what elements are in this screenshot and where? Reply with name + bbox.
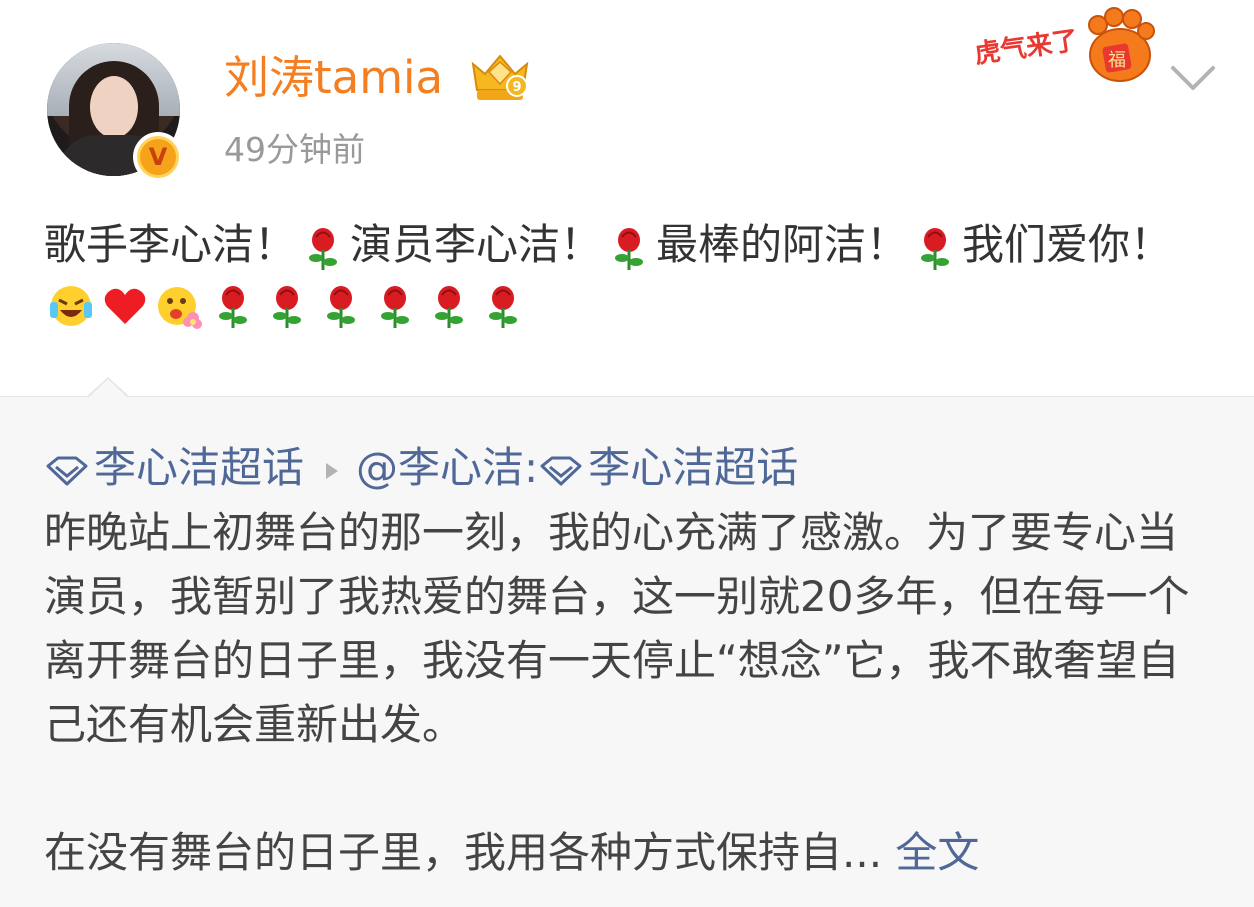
post-text: 歌手李心洁！ 演员李心洁！ 最棒的阿洁！ 我们爱你！ <box>44 216 1219 332</box>
rose-icon <box>273 285 301 328</box>
svg-text:福: 福 <box>1108 50 1126 71</box>
promo-sticker[interactable]: 虎气来了 福 <box>972 5 1157 85</box>
verified-badge: V <box>133 132 183 182</box>
post-time: 49分钟前 <box>224 130 365 169</box>
triangle-right-icon <box>326 462 339 479</box>
super-topic-icon <box>540 456 582 485</box>
retweet-card[interactable]: 李心洁超话 @李心洁: 李心洁超话 昨晚站上初舞台的那一刻，我的心充满了感激。为了要… <box>0 377 1254 907</box>
rose-icon <box>309 227 338 270</box>
laugh-cry-icon <box>50 285 92 326</box>
retweet-paragraph-2: 在没有舞台的日子里，我用各种方式保持自... 全文 <box>44 828 980 877</box>
chevron-down-icon[interactable] <box>1167 58 1219 98</box>
flower-smile-icon <box>158 286 202 329</box>
author-name[interactable]: 刘涛tamia <box>224 48 443 108</box>
topic-link-2[interactable]: 李心洁超话 <box>588 443 798 492</box>
rose-icon <box>381 285 409 328</box>
retweet-text: 昨晚站上初舞台的那一刻，我的心充满了感激。为了要专心当演员，我暂别了我热爱的舞台… <box>44 501 1219 885</box>
retweet-paragraph-1: 昨晚站上初舞台的那一刻，我的心充满了感激。为了要专心当演员，我暂别了我热爱的舞台… <box>44 508 1190 749</box>
rose-icon <box>615 227 644 270</box>
rose-icon <box>489 285 517 328</box>
svg-text:虎气来了: 虎气来了 <box>973 25 1080 70</box>
mention-link[interactable]: @李心洁 <box>356 443 524 492</box>
retweet-header: 李心洁超话 @李心洁: 李心洁超话 <box>44 439 798 497</box>
vip-crown-icon[interactable]: 9 <box>467 50 533 104</box>
super-topic-icon <box>46 456 88 485</box>
rose-icon <box>327 285 355 328</box>
heart-icon <box>104 288 146 324</box>
topic-link[interactable]: 李心洁超话 <box>94 443 304 492</box>
svg-text:9: 9 <box>512 80 521 95</box>
full-text-link[interactable]: 全文 <box>895 828 979 877</box>
rose-icon <box>921 227 950 270</box>
rose-icon <box>219 285 247 328</box>
rose-icon <box>435 285 463 328</box>
